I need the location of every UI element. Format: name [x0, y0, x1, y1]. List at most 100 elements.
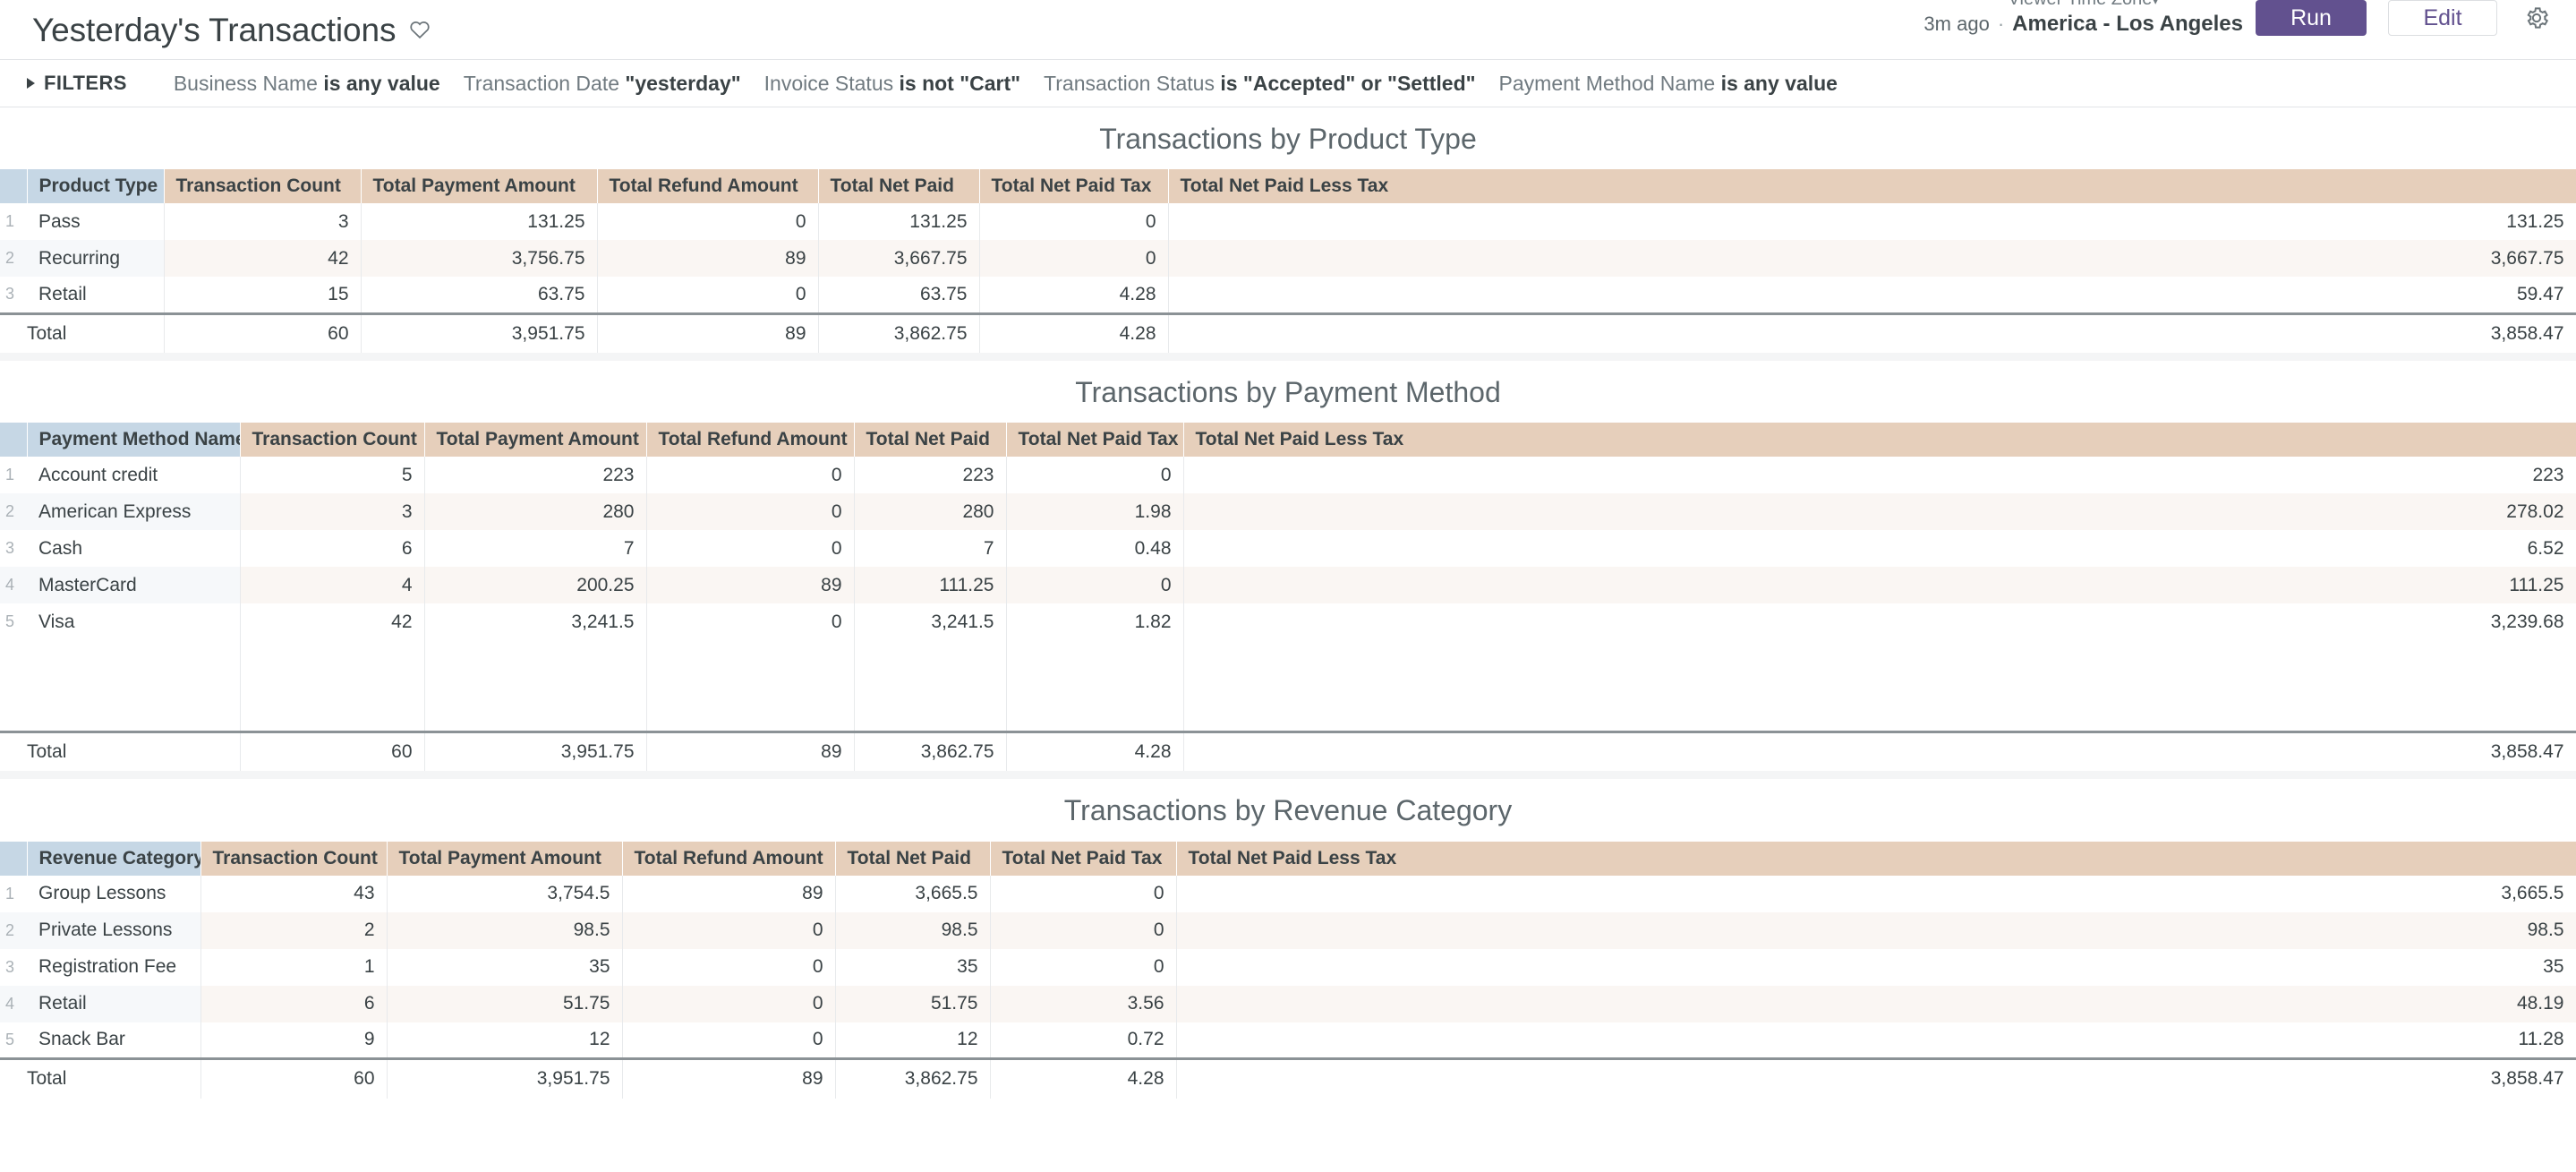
measure-cell[interactable]: 200.25 [424, 567, 647, 604]
measure-cell[interactable]: 6 [240, 530, 425, 568]
measure-cell[interactable]: 3.56 [990, 985, 1177, 1022]
timezone-selector-label[interactable]: Viewer Time Zone▾ [2009, 0, 2159, 11]
run-button[interactable]: Run [2256, 0, 2367, 36]
measure-cell[interactable]: 3,239.68 [1183, 603, 2576, 641]
dimension-cell[interactable]: Visa [27, 603, 241, 641]
measure-cell[interactable]: 15 [164, 277, 362, 314]
column-header[interactable]: Total Net Paid Tax [979, 169, 1169, 204]
column-header[interactable]: Transaction Count [240, 423, 425, 458]
measure-cell[interactable]: 89 [622, 875, 836, 912]
measure-cell[interactable]: 0 [979, 240, 1169, 278]
measure-cell[interactable]: 0 [622, 948, 836, 986]
column-header[interactable]: Total Net Paid Tax [990, 841, 1177, 876]
dimension-cell[interactable]: American Express [27, 493, 241, 531]
measure-cell[interactable]: 3 [240, 493, 425, 531]
column-header[interactable]: Total Net Paid [835, 841, 991, 876]
measure-cell[interactable]: 131.25 [818, 203, 980, 241]
measure-cell[interactable]: 35 [835, 948, 991, 986]
measure-cell[interactable]: 7 [424, 530, 647, 568]
measure-cell[interactable]: 131.25 [361, 203, 598, 241]
column-header[interactable]: Payment Method Name∧ [27, 423, 241, 458]
column-header[interactable]: Total Payment Amount [361, 169, 598, 204]
dimension-cell[interactable]: Pass [27, 203, 165, 241]
measure-cell[interactable]: 9 [200, 1022, 388, 1059]
measure-cell[interactable]: 1 [200, 948, 388, 986]
measure-cell[interactable]: 12 [387, 1022, 623, 1059]
measure-cell[interactable]: 223 [854, 457, 1007, 494]
measure-cell[interactable]: 0 [990, 948, 1177, 986]
gear-icon[interactable] [2521, 2, 2553, 34]
measure-cell[interactable]: 111.25 [1183, 567, 2576, 604]
filter-chip-transaction-status[interactable]: Transaction Status is "Accepted" or "Set… [1044, 72, 1476, 96]
measure-cell[interactable]: 0 [990, 911, 1177, 949]
measure-cell[interactable]: 89 [646, 567, 855, 604]
measure-cell[interactable]: 0 [1006, 567, 1184, 604]
column-header[interactable]: Total Refund Amount [597, 169, 819, 204]
heart-icon[interactable] [408, 18, 431, 41]
table-row[interactable]: 2 Private Lessons 2 98.5 0 98.5 0 98.5 [0, 911, 2576, 949]
table-row[interactable]: 3 Retail 15 63.75 0 63.75 4.28 59.47 [0, 277, 2576, 314]
measure-cell[interactable]: 98.5 [1176, 911, 2576, 949]
measure-cell[interactable]: 0 [646, 530, 855, 568]
column-header[interactable]: Total Net Paid [854, 423, 1007, 458]
measure-cell[interactable]: 2 [200, 911, 388, 949]
measure-cell[interactable]: 3,756.75 [361, 240, 598, 278]
measure-cell[interactable]: 0 [1006, 457, 1184, 494]
column-header[interactable]: Total Payment Amount [424, 423, 647, 458]
table-row[interactable]: 5 Snack Bar 9 12 0 12 0.72 11.28 [0, 1022, 2576, 1059]
measure-cell[interactable]: 63.75 [361, 277, 598, 314]
dimension-cell[interactable]: Snack Bar [27, 1022, 201, 1059]
measure-cell[interactable]: 42 [164, 240, 362, 278]
measure-cell[interactable]: 12 [835, 1022, 991, 1059]
edit-button[interactable]: Edit [2388, 0, 2497, 36]
table-row[interactable]: 2 American Express 3 280 0 280 1.98 278.02 [0, 493, 2576, 531]
filter-chip-business-name[interactable]: Business Name is any value [174, 72, 440, 96]
measure-cell[interactable]: 42 [240, 603, 425, 641]
measure-cell[interactable]: 3 [164, 203, 362, 241]
column-header[interactable]: Total Net Paid Less Tax [1176, 841, 2576, 876]
measure-cell[interactable]: 280 [854, 493, 1007, 531]
column-header[interactable]: Total Net Paid Less Tax [1183, 423, 2576, 458]
measure-cell[interactable]: 59.47 [1168, 277, 2576, 314]
filter-chip-payment-method-name[interactable]: Payment Method Name is any value [1499, 72, 1838, 96]
table-row[interactable]: 1 Pass 3 131.25 0 131.25 0 131.25 [0, 203, 2576, 241]
measure-cell[interactable]: 3,667.75 [818, 240, 980, 278]
column-header[interactable]: Total Net Paid Less Tax [1168, 169, 2576, 204]
column-header[interactable]: Total Refund Amount [646, 423, 855, 458]
measure-cell[interactable]: 3,667.75 [1168, 240, 2576, 278]
measure-cell[interactable]: 0 [646, 603, 855, 641]
measure-cell[interactable]: 0 [646, 457, 855, 494]
measure-cell[interactable]: 0 [622, 985, 836, 1022]
table-row[interactable]: 2 Recurring 42 3,756.75 89 3,667.75 0 3,667.75 [0, 240, 2576, 278]
measure-cell[interactable]: 89 [597, 240, 819, 278]
measure-cell[interactable]: 3,241.5 [854, 603, 1007, 641]
dimension-cell[interactable]: Retail [27, 985, 201, 1022]
measure-cell[interactable]: 7 [854, 530, 1007, 568]
measure-cell[interactable]: 4 [240, 567, 425, 604]
dimension-cell[interactable]: Retail [27, 277, 165, 314]
measure-cell[interactable]: 223 [1183, 457, 2576, 494]
measure-cell[interactable]: 6.52 [1183, 530, 2576, 568]
measure-cell[interactable]: 35 [1176, 948, 2576, 986]
measure-cell[interactable]: 51.75 [835, 985, 991, 1022]
column-header[interactable]: Total Net Paid Tax [1006, 423, 1184, 458]
measure-cell[interactable]: 98.5 [387, 911, 623, 949]
measure-cell[interactable]: 0 [990, 875, 1177, 912]
column-header[interactable]: Total Payment Amount [387, 841, 623, 876]
dimension-cell[interactable]: Private Lessons [27, 911, 201, 949]
measure-cell[interactable]: 3,665.5 [835, 875, 991, 912]
dimension-cell[interactable]: Account credit [27, 457, 241, 494]
measure-cell[interactable]: 51.75 [387, 985, 623, 1022]
measure-cell[interactable]: 131.25 [1168, 203, 2576, 241]
column-header[interactable]: Total Refund Amount [622, 841, 836, 876]
measure-cell[interactable]: 4.28 [979, 277, 1169, 314]
timezone-block[interactable]: Viewer Time Zone▾ 3m ago · America - Los… [1923, 0, 2243, 37]
column-header[interactable]: Revenue Category∧ [27, 841, 201, 876]
measure-cell[interactable]: 278.02 [1183, 493, 2576, 531]
measure-cell[interactable]: 35 [387, 948, 623, 986]
measure-cell[interactable]: 0 [979, 203, 1169, 241]
column-header[interactable]: Transaction Count [200, 841, 388, 876]
measure-cell[interactable]: 3,241.5 [424, 603, 647, 641]
measure-cell[interactable]: 3,665.5 [1176, 875, 2576, 912]
dimension-cell[interactable]: Registration Fee [27, 948, 201, 986]
